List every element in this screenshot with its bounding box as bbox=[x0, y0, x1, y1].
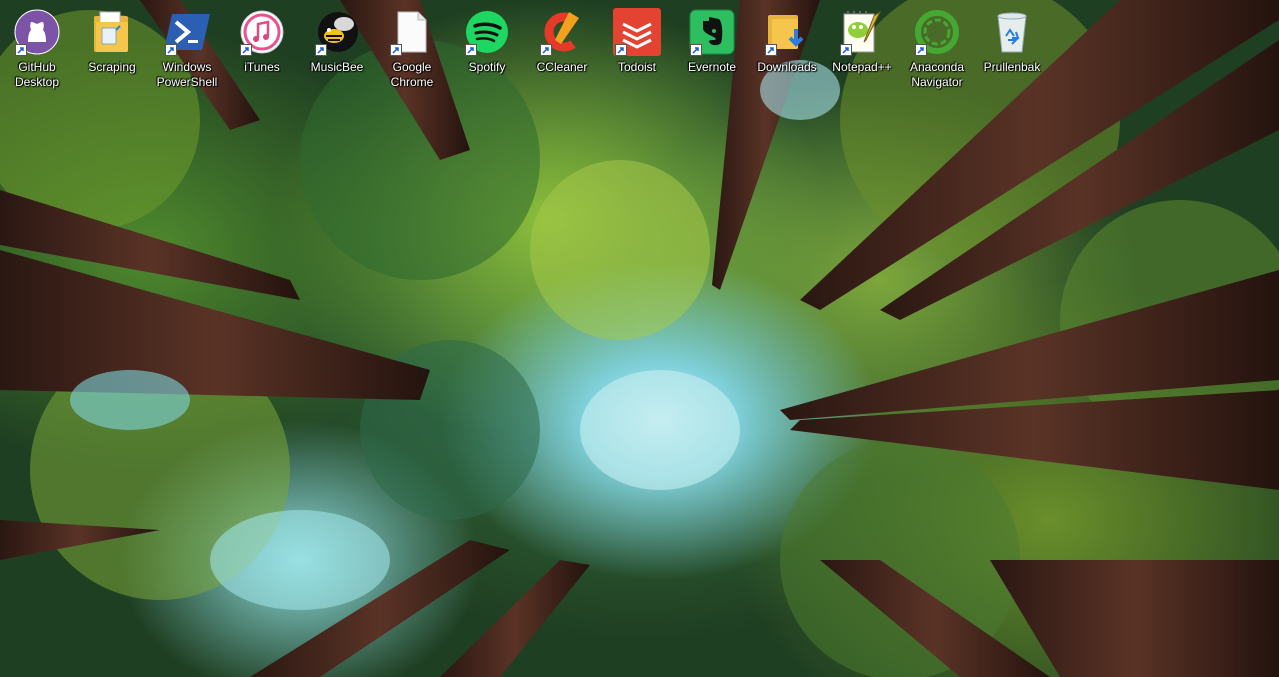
icon-label: Anaconda Navigator bbox=[909, 60, 965, 89]
evernote-icon bbox=[688, 8, 736, 56]
icon-label: Evernote bbox=[687, 60, 737, 74]
icon-label: Google Chrome bbox=[390, 60, 434, 89]
shortcut-arrow-icon bbox=[840, 44, 852, 56]
icon-label: Notepad++ bbox=[832, 60, 892, 74]
powershell-icon bbox=[163, 8, 211, 56]
notepadpp-icon bbox=[838, 8, 886, 56]
desktop-icon-itunes[interactable]: iTunes bbox=[225, 6, 299, 94]
icon-label: iTunes bbox=[244, 60, 280, 74]
desktop-icon-notepadpp[interactable]: Notepad++ bbox=[825, 6, 899, 94]
icon-label: Downloads bbox=[757, 60, 817, 74]
folder-icon bbox=[88, 8, 136, 56]
shortcut-arrow-icon bbox=[915, 44, 927, 56]
icon-label: Prullenbak bbox=[983, 60, 1041, 74]
shortcut-arrow-icon bbox=[15, 44, 27, 56]
desktop-icon-ccleaner[interactable]: CCleaner bbox=[525, 6, 599, 94]
spotify-icon bbox=[463, 8, 511, 56]
icon-label: CCleaner bbox=[536, 60, 588, 74]
github-icon bbox=[13, 8, 61, 56]
icon-label: Spotify bbox=[468, 60, 506, 74]
desktop-wallpaper bbox=[0, 0, 1279, 677]
icon-label: Scraping bbox=[88, 60, 136, 74]
shortcut-arrow-icon bbox=[240, 44, 252, 56]
desktop-icon-prullenbak[interactable]: Prullenbak bbox=[975, 6, 1049, 94]
icon-label: GitHub Desktop bbox=[14, 60, 60, 89]
todoist-icon bbox=[613, 8, 661, 56]
desktop-icon-github-desktop[interactable]: GitHub Desktop bbox=[0, 6, 74, 94]
desktop-icon-spotify[interactable]: Spotify bbox=[450, 6, 524, 94]
shortcut-arrow-icon bbox=[465, 44, 477, 56]
itunes-icon bbox=[238, 8, 286, 56]
desktop-icon-google-chrome[interactable]: Google Chrome bbox=[375, 6, 449, 94]
desktop-icon-anaconda-navigator[interactable]: Anaconda Navigator bbox=[900, 6, 974, 94]
desktop-icon-evernote[interactable]: Evernote bbox=[675, 6, 749, 94]
icon-label: Windows PowerShell bbox=[156, 60, 218, 89]
anaconda-icon bbox=[913, 8, 961, 56]
shortcut-arrow-icon bbox=[690, 44, 702, 56]
shortcut-arrow-icon bbox=[315, 44, 327, 56]
icon-label: Todoist bbox=[617, 60, 657, 74]
musicbee-icon bbox=[313, 8, 361, 56]
ccleaner-icon bbox=[538, 8, 586, 56]
desktop-icon-musicbee[interactable]: MusicBee bbox=[300, 6, 374, 94]
icon-label: MusicBee bbox=[310, 60, 364, 74]
desktop-icon-area: GitHub Desktop Scraping Windows PowerShe… bbox=[0, 0, 1279, 100]
shortcut-arrow-icon bbox=[165, 44, 177, 56]
desktop-icon-windows-powershell[interactable]: Windows PowerShell bbox=[150, 6, 224, 94]
file-icon bbox=[388, 8, 436, 56]
desktop-icon-todoist[interactable]: Todoist bbox=[600, 6, 674, 94]
shortcut-arrow-icon bbox=[390, 44, 402, 56]
recycle-bin-icon bbox=[988, 8, 1036, 56]
shortcut-arrow-icon bbox=[615, 44, 627, 56]
downloads-folder-icon bbox=[763, 8, 811, 56]
desktop-icon-downloads[interactable]: Downloads bbox=[750, 6, 824, 94]
desktop-icon-scraping[interactable]: Scraping bbox=[75, 6, 149, 94]
shortcut-arrow-icon bbox=[765, 44, 777, 56]
shortcut-arrow-icon bbox=[540, 44, 552, 56]
